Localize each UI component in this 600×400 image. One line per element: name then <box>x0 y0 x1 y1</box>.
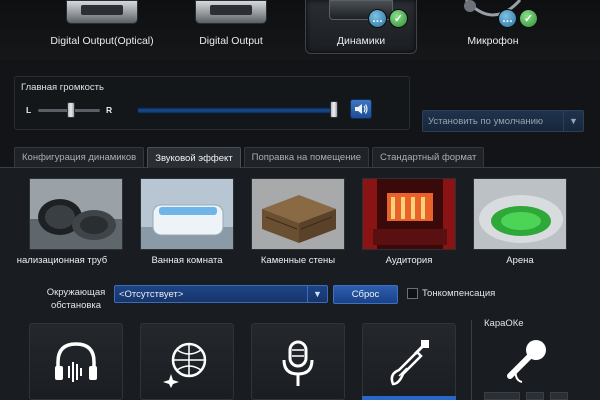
balance-slider-thumb[interactable] <box>67 102 75 118</box>
arena-icon <box>474 179 566 249</box>
effect-microphone-button[interactable] <box>251 323 345 400</box>
check-icon: ✓ <box>519 9 538 28</box>
device-digital-output[interactable]: Digital Output <box>161 0 301 50</box>
environment-label: нализационная труб <box>16 255 108 266</box>
karaoke-title: КараОКе <box>484 318 524 329</box>
set-default-label: Установить по умолчанию <box>428 115 544 127</box>
device-strip: Digital Output(Optical) Digital Output …… <box>0 0 600 60</box>
environment-sewer-pipe[interactable] <box>29 178 123 250</box>
set-default-dropdown[interactable]: Установить по умолчанию ▼ <box>422 110 584 132</box>
karaoke-button[interactable] <box>550 392 568 400</box>
guitar-icon <box>390 340 429 386</box>
tab-room-correction[interactable]: Поправка на помещение <box>243 147 370 167</box>
tab-speaker-config[interactable]: Конфигурация динамиков <box>14 147 145 167</box>
surround-label-line1: Окружающая <box>46 287 106 298</box>
device-microphone[interactable]: … ✓ Микрофон <box>430 0 556 50</box>
sewer-pipe-icon <box>30 179 122 249</box>
environment-stone-walls[interactable] <box>251 178 345 250</box>
device-optical[interactable]: Digital Output(Optical) <box>32 0 172 50</box>
device-label: Digital Output(Optical) <box>50 35 154 47</box>
volume-slider-track[interactable] <box>137 107 333 114</box>
chevron-down-icon: ▼ <box>307 286 327 302</box>
speaker-icon <box>355 104 368 114</box>
settings-tabs: Конфигурация динамиков Звуковой эффект П… <box>14 147 485 168</box>
device-label: Динамики <box>336 35 386 47</box>
mute-button[interactable] <box>350 99 372 119</box>
reset-button[interactable]: Сброс <box>333 285 398 304</box>
environment-auditorium[interactable] <box>362 178 456 250</box>
digital-device-icon <box>195 0 267 24</box>
environment-label: Ванная комната <box>151 255 223 266</box>
master-volume-panel: Главная громкость L R <box>14 76 410 130</box>
stone-walls-icon <box>252 179 344 249</box>
bathtub-icon <box>141 179 233 249</box>
chat-icon: … <box>368 9 387 28</box>
tab-default-format[interactable]: Стандартный формат <box>372 147 485 167</box>
karaoke-button[interactable] <box>526 392 544 400</box>
chevron-down-icon: ▼ <box>563 111 583 131</box>
surround-label-line2: обстановка <box>50 300 102 311</box>
balance-right-label: R <box>106 105 113 115</box>
surround-selected-value: <Отсутствует> <box>119 288 184 300</box>
device-label: Микрофон <box>467 35 519 47</box>
device-label: Digital Output <box>199 35 263 47</box>
check-icon: ✓ <box>389 9 408 28</box>
master-volume-title: Главная громкость <box>21 82 104 93</box>
effect-disco-button[interactable] <box>140 323 234 400</box>
loudness-checkbox[interactable] <box>407 288 418 299</box>
microphone-icon <box>282 340 314 386</box>
device-status-badges: … ✓ <box>368 9 408 28</box>
environment-label: Каменные стены <box>260 255 336 266</box>
effect-active-indicator <box>362 396 456 400</box>
karaoke-divider <box>471 320 472 400</box>
optical-device-icon <box>66 0 138 24</box>
karaoke-button[interactable] <box>484 392 520 400</box>
device-speakers[interactable]: … ✓ Динамики <box>305 0 417 54</box>
chat-icon: … <box>498 9 517 28</box>
auditorium-icon <box>363 179 455 249</box>
environment-label: Арена <box>506 255 534 266</box>
environment-bathroom[interactable] <box>140 178 234 250</box>
effect-headphones-button[interactable] <box>29 323 123 400</box>
balance-left-label: L <box>26 105 32 115</box>
volume-slider-thumb[interactable] <box>330 101 338 118</box>
karaoke-mic-icon <box>496 338 556 389</box>
headphones-icon <box>55 342 97 382</box>
environment-arena[interactable] <box>473 178 567 250</box>
environment-label: Аудитория <box>385 255 433 266</box>
loudness-label: Тонкомпенсация <box>422 288 496 299</box>
surround-environment-select[interactable]: <Отсутствует> ▼ <box>114 285 328 303</box>
disco-ball-icon <box>163 342 207 388</box>
device-status-badges: … ✓ <box>498 9 538 28</box>
effect-guitar-button[interactable] <box>362 323 456 400</box>
tab-sound-effect[interactable]: Звуковой эффект <box>147 147 241 168</box>
surround-environment-label: Окружающая обстановка <box>36 286 116 312</box>
